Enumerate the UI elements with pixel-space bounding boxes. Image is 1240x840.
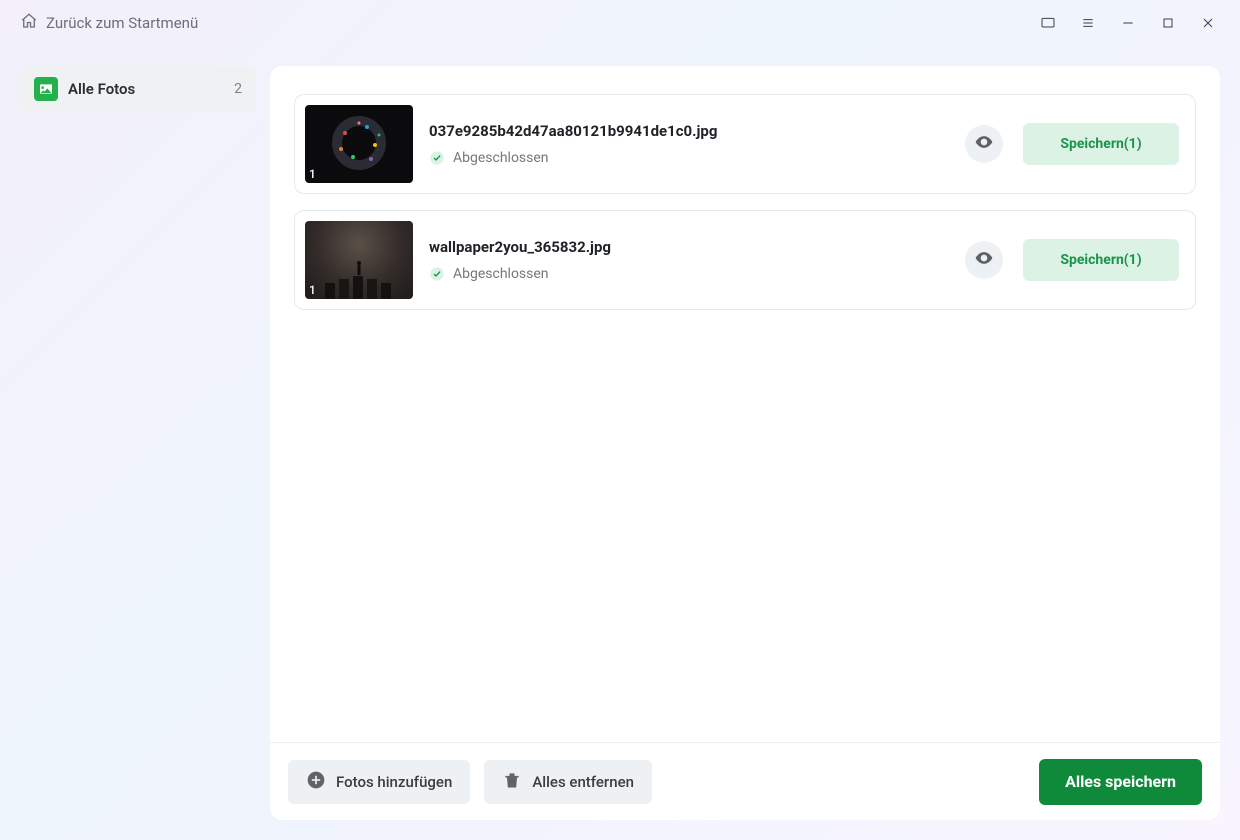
- thumbnail-art: [305, 105, 413, 183]
- main-panel: 1 037e9285b42d47aa80121b9941de1c0.jpg Ab…: [270, 66, 1220, 820]
- add-photos-button[interactable]: Fotos hinzufügen: [288, 760, 470, 804]
- back-label: Zurück zum Startmenü: [46, 14, 198, 32]
- remove-all-button[interactable]: Alles entfernen: [484, 760, 652, 804]
- list-item: 1 wallpaper2you_365832.jpg Abgeschlossen: [294, 210, 1196, 310]
- app-window: Zurück zum Startmenü Alle Fotos 2: [0, 0, 1240, 840]
- save-all-button[interactable]: Alles speichern: [1039, 759, 1202, 805]
- sidebar-item-label: Alle Fotos: [68, 80, 135, 98]
- sidebar: Alle Fotos 2: [20, 66, 270, 820]
- feedback-button[interactable]: [1028, 3, 1068, 43]
- photo-list: 1 037e9285b42d47aa80121b9941de1c0.jpg Ab…: [270, 66, 1220, 742]
- thumbnail-art: [305, 221, 413, 299]
- status-row: Abgeschlossen: [429, 150, 949, 166]
- file-name: 037e9285b42d47aa80121b9941de1c0.jpg: [429, 122, 949, 140]
- add-photos-label: Fotos hinzufügen: [336, 773, 452, 791]
- trash-icon: [502, 770, 522, 794]
- status-text: Abgeschlossen: [453, 150, 549, 166]
- file-name: wallpaper2you_365832.jpg: [429, 238, 949, 256]
- maximize-button[interactable]: [1148, 3, 1188, 43]
- eye-icon: [974, 132, 994, 156]
- sidebar-item-count: 2: [234, 81, 242, 97]
- status-row: Abgeschlossen: [429, 266, 949, 282]
- preview-button[interactable]: [965, 241, 1003, 279]
- thumbnail[interactable]: 1: [305, 105, 413, 183]
- save-button[interactable]: Speichern(1): [1023, 239, 1179, 281]
- title-bar: Zurück zum Startmenü: [0, 0, 1240, 46]
- menu-button[interactable]: [1068, 3, 1108, 43]
- check-circle-icon: [429, 150, 445, 166]
- thumbnail[interactable]: 1: [305, 221, 413, 299]
- sidebar-item-all-photos[interactable]: Alle Fotos 2: [20, 66, 256, 112]
- remove-all-label: Alles entfernen: [532, 773, 634, 791]
- check-circle-icon: [429, 266, 445, 282]
- thumbnail-index: 1: [309, 283, 316, 297]
- status-text: Abgeschlossen: [453, 266, 549, 282]
- plus-circle-icon: [306, 770, 326, 794]
- eye-icon: [974, 248, 994, 272]
- minimize-button[interactable]: [1108, 3, 1148, 43]
- back-to-start-button[interactable]: Zurück zum Startmenü: [20, 12, 198, 34]
- preview-button[interactable]: [965, 125, 1003, 163]
- close-button[interactable]: [1188, 3, 1228, 43]
- image-icon: [34, 77, 58, 101]
- list-item: 1 037e9285b42d47aa80121b9941de1c0.jpg Ab…: [294, 94, 1196, 194]
- thumbnail-index: 1: [309, 167, 316, 181]
- save-button[interactable]: Speichern(1): [1023, 123, 1179, 165]
- home-icon: [20, 12, 38, 34]
- footer-bar: Fotos hinzufügen Alles entfernen Alles s…: [270, 742, 1220, 820]
